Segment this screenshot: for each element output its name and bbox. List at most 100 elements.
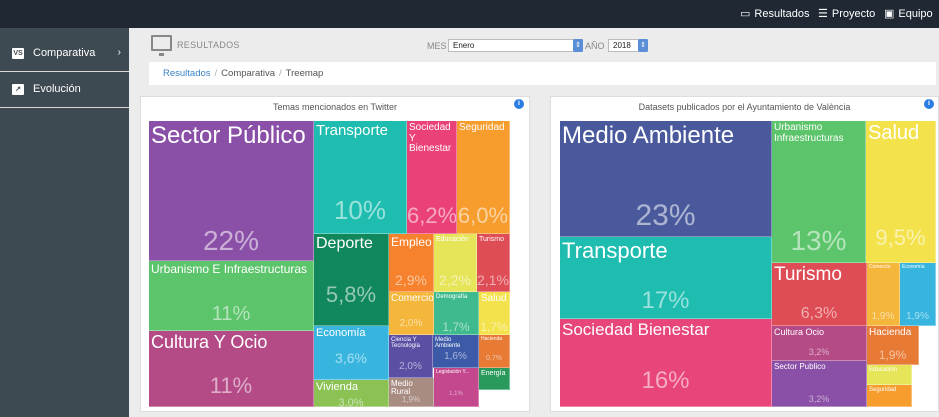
treemap-cell-value: 2,1%	[477, 272, 509, 288]
treemap-cell[interactable]: Transporte 10%	[314, 121, 407, 234]
nav-proyecto-label: Proyecto	[831, 8, 876, 20]
treemap-cell[interactable]: Cultura Ocio 3,2%	[772, 326, 867, 361]
treemap-cell-value: 10%	[333, 195, 387, 225]
monitor-icon	[151, 35, 172, 56]
treemap-cell-value: 1,9%	[878, 348, 907, 362]
nav-equipo[interactable]: ▣ Equipo	[884, 7, 933, 20]
treemap-cell[interactable]: Transporte 17%	[560, 237, 772, 319]
breadcrumb-comparativa[interactable]: Comparativa	[221, 68, 275, 79]
treemap-cell-label: Ciencia Y Tecnología	[391, 337, 421, 350]
nav-resultados[interactable]: ▭ Resultados	[740, 7, 809, 20]
breadcrumb-treemap: Treemap	[285, 68, 324, 79]
vs-icon: VS	[12, 48, 24, 59]
treemap-cell-value: 1,9%	[871, 311, 895, 322]
treemap-cell[interactable]: Urbanismo E Infraestructuras 11%	[149, 261, 314, 331]
treemap-cell-value: 0,7%	[486, 355, 502, 362]
treemap-cell[interactable]: Salud 1,7%	[479, 292, 510, 335]
treemap-cell-value: 23%	[635, 199, 696, 232]
month-select[interactable]: Enero ⇕	[448, 39, 583, 52]
treemap-cell[interactable]: Seguridad 6,0%	[457, 121, 510, 234]
team-icon: ▣	[884, 8, 895, 20]
treemap-cell[interactable]: Salud 9,5%	[866, 121, 936, 263]
treemap-cell[interactable]: Seguridad	[867, 385, 912, 407]
chart-icon: ↗	[12, 84, 24, 95]
twitter-panel: Temas mencionados en Twitter i Sector Pú…	[140, 96, 530, 412]
page-title: RESULTADOS	[177, 40, 240, 50]
top-navbar: ▭ Resultados ☰ Proyecto ▣ Equipo	[0, 0, 939, 28]
treemap-cell[interactable]: Comercio 1,9%	[867, 263, 900, 326]
treemap-cell[interactable]: Comercio 2,0%	[389, 292, 434, 335]
treemap-cell-label: Legislación Y...	[436, 369, 470, 375]
nav-resultados-label: Resultados	[754, 8, 810, 20]
treemap-cell-value: 1,7%	[442, 320, 470, 334]
treemap-cell-label: Urbanismo Infraestructuras	[774, 122, 844, 144]
treemap-cell[interactable]: Empleo 2,9%	[389, 234, 434, 292]
breadcrumb-resultados[interactable]: Resultados	[163, 68, 211, 79]
treemap-cell-value: 11%	[209, 373, 253, 398]
treemap-cell-label: Economía	[902, 264, 925, 270]
sidebar-item-label: Evolución	[33, 83, 81, 95]
treemap-cell[interactable]: Turismo 6,3%	[772, 263, 867, 326]
treemap-cell[interactable]: Sociedad Y Bienestar 6,2%	[407, 121, 457, 234]
treemap-cell-label: Medio Ambiente	[435, 337, 461, 350]
treemap-cell[interactable]: Turismo 2,1%	[477, 234, 510, 292]
treemap-cell-label: Empleo	[391, 235, 432, 249]
info-icon[interactable]: i	[514, 99, 524, 109]
datasets-panel: Datasets publicados por el Ayuntamiento …	[550, 96, 939, 412]
monitor-icon: ▭	[740, 8, 751, 20]
treemap-cell-value: 1,7%	[480, 320, 508, 334]
sidebar-item-evolucion[interactable]: ↗ Evolución	[0, 72, 129, 108]
treemap-cell-label: Seguridad	[869, 387, 897, 393]
treemap-cell[interactable]: Energía	[479, 368, 510, 390]
treemap-cell-label: Turismo	[774, 264, 842, 285]
treemap-cell[interactable]: Urbanismo Infraestructuras 13%	[772, 121, 866, 263]
treemap-cell-value: 2,0%	[399, 318, 423, 329]
treemap-cell[interactable]: Deporte 5,8%	[314, 234, 389, 326]
treemap-cell[interactable]: Sector Público 22%	[149, 121, 314, 261]
treemap-cell[interactable]: Economía 3,6%	[314, 326, 389, 380]
treemap-cell-value: 3,0%	[338, 397, 364, 407]
treemap-cell-value: 6,3%	[800, 305, 838, 322]
year-label: AÑO	[585, 41, 605, 51]
treemap-cell-value: 9,5%	[875, 225, 926, 250]
year-select[interactable]: 2018 ⇕	[608, 39, 648, 52]
treemap-cell-value: 6,2%	[407, 203, 457, 228]
treemap-cell-label: Sector Publico	[774, 362, 826, 371]
treemap-cell-value: 11%	[211, 303, 251, 325]
treemap-cell-value: 22%	[202, 225, 260, 256]
datasets-treemap: Medio Ambiente 23% Transporte 17% Sociedad B…	[560, 121, 936, 407]
sidebar-item-comparativa[interactable]: VS Comparativa ›	[0, 36, 129, 72]
treemap-cell[interactable]: Medio Ambiente 23%	[560, 121, 772, 237]
treemap-cell[interactable]: Hacienda 1,9%	[867, 326, 919, 365]
treemap-cell[interactable]: Hacienda 0,7%	[479, 335, 510, 368]
chevron-right-icon: ›	[117, 47, 121, 58]
treemap-cell[interactable]: Medio Rural 1,9%	[389, 378, 434, 407]
treemap-cell[interactable]: Educación	[867, 365, 912, 385]
treemap-cell-label: Transporte	[316, 122, 388, 139]
treemap-cell[interactable]: Sociedad Bienestar 16%	[560, 319, 772, 407]
treemap-cell[interactable]: Legislación Y... 1,1%	[434, 368, 479, 407]
treemap-cell-value: 2,2%	[439, 272, 471, 288]
chevron-down-icon: ⇕	[573, 39, 583, 52]
treemap-cell-label: Seguridad	[459, 122, 505, 133]
treemap-cell[interactable]: Demografía 1,7%	[434, 292, 479, 335]
nav-proyecto[interactable]: ☰ Proyecto	[818, 7, 875, 20]
treemap-cell[interactable]: Educación 2,2%	[434, 234, 477, 292]
treemap-cell-label: Vivienda	[316, 381, 358, 393]
month-label: MES	[427, 41, 447, 51]
treemap-cell-label: Comercio	[869, 264, 891, 270]
treemap-cell[interactable]: Sector Publico 3,2%	[772, 361, 867, 407]
treemap-cell-value: 1,9%	[906, 311, 929, 322]
treemap-cell[interactable]: Ciencia Y Tecnología 2,0%	[389, 335, 433, 378]
info-icon[interactable]: i	[924, 99, 934, 109]
chart-title: Datasets publicados por el Ayuntamiento …	[638, 102, 851, 112]
treemap-cell-value: 3,2%	[808, 347, 830, 357]
treemap-cell-label: Sociedad Bienestar	[562, 320, 710, 339]
chevron-down-icon: ⇕	[638, 39, 648, 52]
treemap-cell[interactable]: Medio Ambiente 1,6%	[433, 335, 479, 368]
treemap-cell[interactable]: Economía 1,9%	[900, 263, 936, 326]
treemap-cell-value: 17%	[641, 287, 690, 314]
treemap-cell[interactable]: Vivienda 3,0%	[314, 380, 389, 407]
treemap-cell[interactable]: Cultura Y Ocio 11%	[149, 331, 314, 407]
treemap-cell-value: 16%	[641, 367, 690, 394]
